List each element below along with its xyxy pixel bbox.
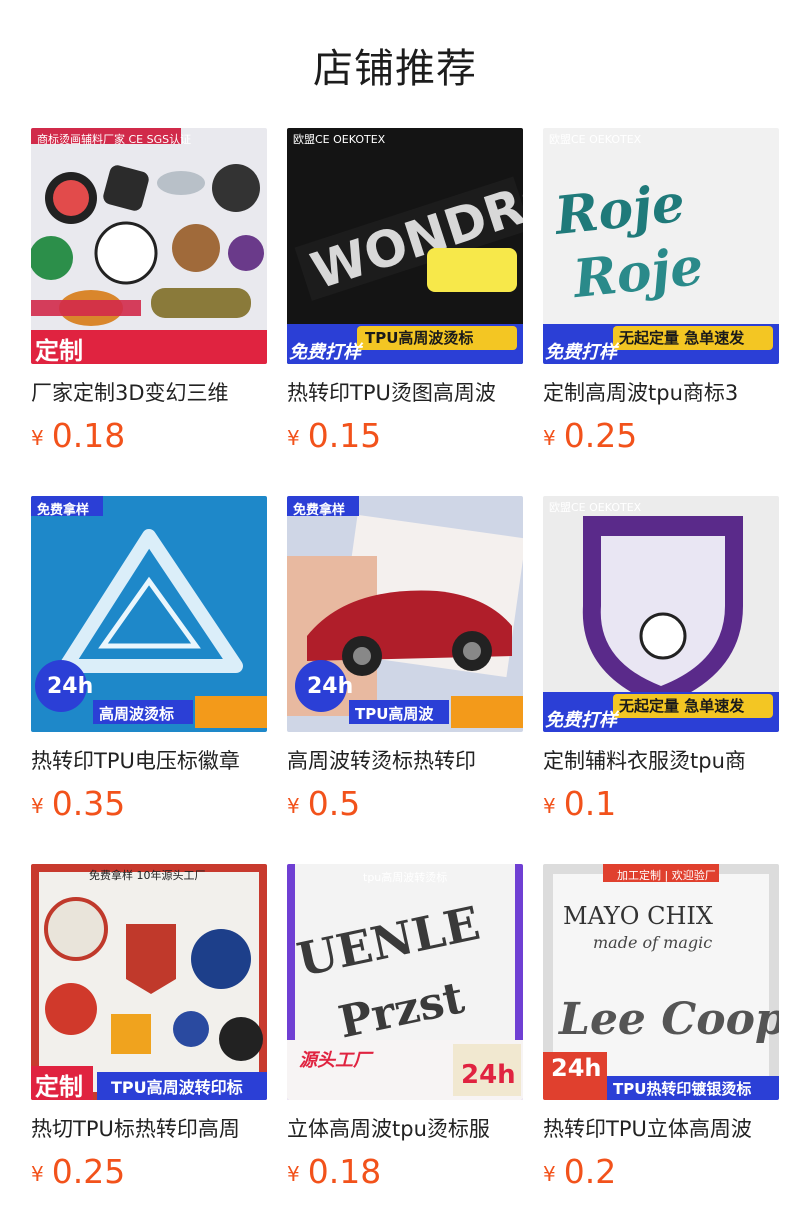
product-tag: tpu高周波转烫标 xyxy=(363,871,448,884)
currency-symbol: ¥ xyxy=(31,1162,44,1186)
product-badge: 免费打样 xyxy=(289,342,361,363)
stickers-collage-image xyxy=(31,128,267,364)
product-image[interactable]: WONDRO 欧盟CE OEKOTEX TPU高周波烫标 免费打样 xyxy=(287,128,523,364)
product-name[interactable]: 厂家定制3D变幻三维 xyxy=(31,378,267,408)
product-price: ¥0.5 xyxy=(287,784,523,824)
price-value: 0.18 xyxy=(307,1152,382,1191)
product-name[interactable]: 热转印TPU电压标徽章 xyxy=(31,746,267,776)
product-badge: 24h xyxy=(307,674,354,699)
product-tag: 免费拿样 xyxy=(293,503,346,518)
currency-symbol: ¥ xyxy=(543,426,556,450)
svg-text:Lee Cooper: Lee Cooper xyxy=(557,994,779,1045)
product-badge: 24h xyxy=(551,1054,602,1082)
currency-symbol: ¥ xyxy=(287,426,300,450)
price-value: 0.18 xyxy=(51,416,126,455)
page-title: 店铺推荐 xyxy=(313,46,477,92)
price-value: 0.25 xyxy=(563,416,638,455)
price-value: 0.5 xyxy=(307,784,361,823)
product-banner: 高周波烫标 xyxy=(99,705,175,723)
product-name[interactable]: 高周波转烫标热转印 xyxy=(287,746,523,776)
product-name[interactable]: 定制高周波tpu商标3 xyxy=(543,378,779,408)
product-banner: TPU高周波转印标 xyxy=(111,1078,243,1097)
product-banner: TPU高周波 xyxy=(355,705,434,723)
product-banner: 24h xyxy=(461,1060,516,1090)
currency-symbol: ¥ xyxy=(543,794,556,818)
product-price: ¥0.35 xyxy=(31,784,267,824)
badges-collage-image xyxy=(31,864,267,1100)
product-tag: 欧盟CE OEKOTEX xyxy=(293,133,386,146)
product-card[interactable]: 商标烫画辅料厂家 CE SGS认证 定制 厂家定制3D变幻三维 ¥0.18 xyxy=(31,128,267,456)
product-image[interactable]: MAYO CHIX made of magic Lee Cooper 加工定制 … xyxy=(543,864,779,1100)
currency-symbol: ¥ xyxy=(287,1162,300,1186)
product-tag: 欧盟CE OEKOTEX xyxy=(549,133,642,146)
product-card[interactable]: WONDRO 欧盟CE OEKOTEX TPU高周波烫标 免费打样 热转印TPU… xyxy=(287,128,523,456)
svg-text:made of magic: made of magic xyxy=(593,933,712,952)
product-image[interactable]: UENLE Przst tpu高周波转烫标 源头工厂 24h xyxy=(287,864,523,1100)
product-price: ¥0.18 xyxy=(287,1152,523,1192)
product-tag: 欧盟CE OEKOTEX xyxy=(549,501,642,514)
product-banner: 无起定量 急单速发 xyxy=(619,329,745,347)
product-card[interactable]: 免费拿样 24h TPU高周波 高周波转烫标热转印 ¥0.5 xyxy=(287,496,523,824)
product-card[interactable]: 欧盟CE OEKOTEX 无起定量 急单速发 免费打样 定制辅料衣服烫tpu商 … xyxy=(543,496,779,824)
price-value: 0.2 xyxy=(563,1152,617,1191)
price-value: 0.35 xyxy=(51,784,126,823)
product-name[interactable]: 定制辅料衣服烫tpu商 xyxy=(543,746,779,776)
product-price: ¥0.25 xyxy=(31,1152,267,1192)
currency-symbol: ¥ xyxy=(543,1162,556,1186)
price-value: 0.25 xyxy=(51,1152,126,1191)
product-badge: 免费打样 xyxy=(545,710,617,731)
product-badge: 源头工厂 xyxy=(299,1050,371,1071)
price-value: 0.1 xyxy=(563,784,617,823)
product-badge: 定制 xyxy=(35,337,83,364)
product-image[interactable]: 欧盟CE OEKOTEX 无起定量 急单速发 免费打样 xyxy=(543,496,779,732)
product-tag: 免费拿样 xyxy=(37,503,90,518)
product-price: ¥0.2 xyxy=(543,1152,779,1192)
product-card[interactable]: Roje Roje 欧盟CE OEKOTEX 无起定量 急单速发 免费打样 定制… xyxy=(543,128,779,456)
product-card[interactable]: UENLE Przst tpu高周波转烫标 源头工厂 24h 立体高周波tpu烫… xyxy=(287,864,523,1192)
product-name[interactable]: 热切TPU标热转印高周 xyxy=(31,1114,267,1144)
product-badge: 24h xyxy=(47,674,94,699)
product-tag: 免费拿样 10年源头工厂 xyxy=(89,869,206,882)
product-name[interactable]: 立体高周波tpu烫标服 xyxy=(287,1114,523,1144)
currency-symbol: ¥ xyxy=(31,426,44,450)
product-price: ¥0.15 xyxy=(287,416,523,456)
product-banner: 无起定量 急单速发 xyxy=(619,697,745,715)
product-badge: 定制 xyxy=(35,1073,83,1100)
product-banner: TPU热转印镀银烫标 xyxy=(613,1080,752,1098)
product-price: ¥0.1 xyxy=(543,784,779,824)
product-card[interactable]: 免费拿样 10年源头工厂 定制 TPU高周波转印标 热切TPU标热转印高周 ¥0… xyxy=(31,864,267,1192)
currency-symbol: ¥ xyxy=(31,794,44,818)
product-name[interactable]: 热转印TPU立体高周波 xyxy=(543,1114,779,1144)
currency-symbol: ¥ xyxy=(287,794,300,818)
product-tag: 加工定制 | 欢迎验厂 xyxy=(617,869,716,882)
product-banner: TPU高周波烫标 xyxy=(365,329,474,347)
product-name[interactable]: 热转印TPU烫图高周波 xyxy=(287,378,523,408)
product-card[interactable]: 免费拿样 24h 高周波烫标 热转印TPU电压标徽章 ¥0.35 xyxy=(31,496,267,824)
product-badge: 免费打样 xyxy=(545,342,617,363)
product-image[interactable]: 免费拿样 10年源头工厂 定制 TPU高周波转印标 xyxy=(31,864,267,1100)
product-image[interactable]: 商标烫画辅料厂家 CE SGS认证 定制 xyxy=(31,128,267,364)
product-image[interactable]: 免费拿样 24h TPU高周波 xyxy=(287,496,523,732)
product-price: ¥0.25 xyxy=(543,416,779,456)
product-image[interactable]: Roje Roje 欧盟CE OEKOTEX 无起定量 急单速发 免费打样 xyxy=(543,128,779,364)
svg-text:MAYO CHIX: MAYO CHIX xyxy=(563,902,713,930)
product-tag: 商标烫画辅料厂家 CE SGS认证 xyxy=(37,133,192,146)
product-price: ¥0.18 xyxy=(31,416,267,456)
product-card[interactable]: MAYO CHIX made of magic Lee Cooper 加工定制 … xyxy=(543,864,779,1192)
product-image[interactable]: 免费拿样 24h 高周波烫标 xyxy=(31,496,267,732)
price-value: 0.15 xyxy=(307,416,382,455)
